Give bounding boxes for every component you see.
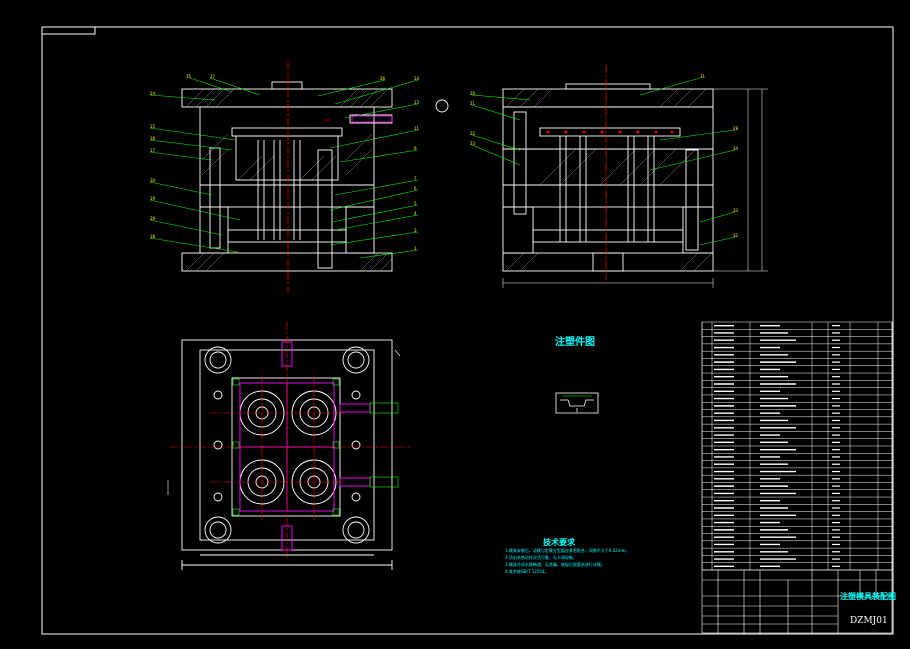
- svg-text:28: 28: [733, 126, 739, 131]
- top-plan-view: [167, 322, 410, 570]
- drawing-code: DZMJ01: [850, 616, 888, 626]
- svg-text:17: 17: [150, 148, 156, 153]
- bom-table: [701, 321, 893, 571]
- svg-text:29: 29: [150, 216, 156, 221]
- svg-text:34: 34: [733, 146, 739, 151]
- drawing-frame: [41, 26, 894, 635]
- svg-text:22: 22: [470, 131, 476, 136]
- side-section-view: 20 21 22 23 28 34 33 32 31: [470, 65, 768, 288]
- svg-text:14: 14: [414, 76, 420, 81]
- svg-text:16: 16: [150, 136, 156, 141]
- drawing-name: 注塑模具装配图: [840, 592, 896, 601]
- part-drawing-title: 注塑件图: [555, 337, 595, 348]
- tech-requirement-line: 3.模具冷却水路畅通，无渗漏，装配后按要求进行试模。: [505, 562, 605, 567]
- svg-text:20: 20: [470, 91, 476, 96]
- svg-text:31: 31: [700, 74, 706, 79]
- cad-drawing-canvas: 2415 1617 3019 2918 35 27 26 14 1311 97 65…: [41, 26, 894, 635]
- svg-text:24: 24: [150, 91, 156, 96]
- svg-text:15: 15: [150, 124, 156, 129]
- svg-text:21: 21: [470, 101, 476, 106]
- svg-text:32: 32: [733, 233, 739, 238]
- svg-text:30: 30: [150, 178, 156, 183]
- svg-text:11: 11: [414, 126, 420, 131]
- svg-text:35: 35: [186, 74, 192, 79]
- svg-text:33: 33: [733, 208, 739, 213]
- svg-text:26: 26: [380, 76, 386, 81]
- svg-text:13: 13: [414, 100, 420, 105]
- part-drawing: [555, 392, 599, 414]
- svg-text:19: 19: [150, 196, 156, 201]
- svg-text:18: 18: [150, 234, 156, 239]
- tech-requirements-title: 技术要求: [543, 538, 575, 547]
- svg-text:27: 27: [210, 74, 216, 79]
- svg-text:23: 23: [470, 141, 476, 146]
- front-section-view: 2415 1617 3019 2918 35 27 26 14 1311 97 65…: [149, 62, 449, 295]
- tech-requirement-line: 2.顶出系统动作灵活可靠，无卡滞现象。: [505, 555, 577, 560]
- tech-requirement-line: 1.模具安装后，动模与定模分型面应紧密贴合，间隙不大于0.02mm。: [505, 548, 630, 553]
- tech-requirement-line: 4.其余按GB/T 12554。: [505, 569, 549, 574]
